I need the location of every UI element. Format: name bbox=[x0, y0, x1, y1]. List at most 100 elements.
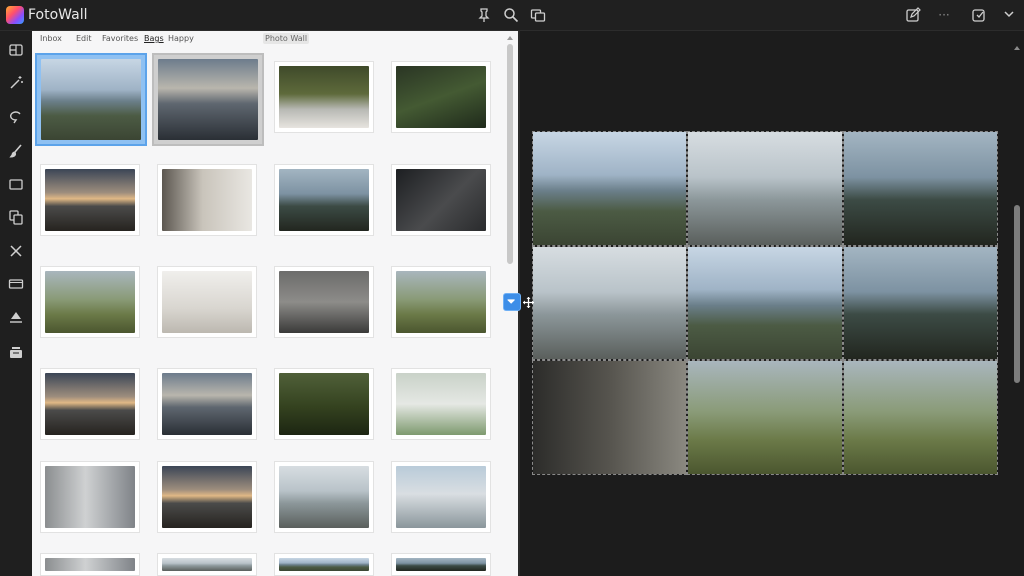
thumbnail-image bbox=[162, 169, 252, 231]
thumbnail-image bbox=[158, 59, 258, 140]
duplicate-icon[interactable] bbox=[6, 207, 25, 226]
thumbnail[interactable] bbox=[391, 368, 491, 440]
thumbnail-image bbox=[45, 558, 135, 571]
thumbnail-image bbox=[396, 466, 486, 528]
wall-tile-image bbox=[533, 361, 687, 474]
layout-icon[interactable] bbox=[6, 40, 25, 59]
thumbnail[interactable] bbox=[152, 53, 264, 146]
cut-icon[interactable] bbox=[6, 241, 25, 260]
thumbnail[interactable] bbox=[157, 553, 257, 576]
thumbnail-image bbox=[396, 373, 486, 435]
brush-icon[interactable] bbox=[6, 141, 25, 160]
thumbnail[interactable] bbox=[391, 61, 491, 133]
library-scroll-thumb[interactable] bbox=[507, 44, 513, 264]
edit-icon[interactable] bbox=[903, 5, 923, 25]
thumbnail[interactable] bbox=[40, 461, 140, 533]
wall-tile[interactable] bbox=[532, 131, 688, 246]
thumbnail-image bbox=[162, 466, 252, 528]
magic-wand-icon[interactable] bbox=[6, 73, 25, 92]
thumbnail[interactable] bbox=[391, 553, 491, 576]
canvas-scroll-thumb[interactable] bbox=[1014, 205, 1020, 383]
thumbnail-image bbox=[45, 169, 135, 231]
tab-favorites[interactable]: Favorites bbox=[102, 33, 138, 45]
wall-tile[interactable] bbox=[842, 360, 998, 475]
thumbnail[interactable] bbox=[157, 266, 257, 338]
move-cursor-icon bbox=[523, 297, 534, 308]
more-dots-icon[interactable]: ··· bbox=[934, 5, 954, 25]
thumbnail[interactable] bbox=[40, 553, 140, 576]
app-logo-icon bbox=[6, 6, 24, 24]
tab-bags[interactable]: Bags bbox=[144, 33, 164, 45]
thumbnail-image bbox=[279, 558, 369, 571]
thumbnail-image bbox=[396, 558, 486, 571]
frame-icon[interactable] bbox=[6, 174, 25, 193]
wall-tile-image bbox=[533, 132, 687, 245]
wall-tile-image bbox=[843, 361, 997, 474]
thumbnail[interactable] bbox=[274, 164, 374, 236]
wall-tile-image bbox=[843, 132, 997, 245]
stack-icon[interactable] bbox=[6, 342, 25, 361]
thumbnail[interactable] bbox=[157, 164, 257, 236]
photo-wall-grid bbox=[532, 131, 998, 475]
tool-rail bbox=[0, 31, 31, 576]
wall-tile[interactable] bbox=[687, 360, 843, 475]
wall-tile-image bbox=[533, 246, 687, 360]
thumbnail[interactable] bbox=[40, 368, 140, 440]
thumbnail[interactable] bbox=[274, 553, 374, 576]
export-icon[interactable] bbox=[969, 5, 989, 25]
thumbnail[interactable] bbox=[157, 368, 257, 440]
wall-tile[interactable] bbox=[532, 245, 688, 361]
app-title: FotoWall bbox=[28, 7, 88, 23]
thumbnail-image bbox=[162, 373, 252, 435]
thumbnail[interactable] bbox=[391, 266, 491, 338]
thumbnail-image bbox=[279, 66, 369, 128]
wall-tile-image bbox=[688, 246, 842, 360]
photo-library-panel: Inbox Edit Favorites Bags Happy Photo Wa… bbox=[32, 31, 519, 576]
thumbnail-image bbox=[279, 271, 369, 333]
app-window: FotoWall ··· Inbox Edit Favorites Bags H… bbox=[0, 0, 1024, 576]
wall-tile[interactable] bbox=[687, 245, 843, 361]
title-bar: FotoWall ··· bbox=[0, 0, 1024, 31]
thumbnail-image bbox=[162, 558, 252, 571]
filmstrip-icon[interactable] bbox=[6, 274, 25, 293]
thumbnail-image bbox=[279, 169, 369, 231]
thumbnail-image bbox=[45, 466, 135, 528]
wall-tile[interactable] bbox=[532, 360, 688, 475]
canvas-scroll-up-arrow-icon[interactable] bbox=[1013, 44, 1021, 52]
wall-tile-image bbox=[843, 246, 997, 360]
thumbnail-image bbox=[41, 59, 141, 140]
thumbnail[interactable] bbox=[40, 164, 140, 236]
thumbnail[interactable] bbox=[274, 461, 374, 533]
tab-inbox[interactable]: Inbox bbox=[40, 33, 62, 45]
thumbnail-image bbox=[396, 66, 486, 128]
thumbnail-image bbox=[162, 271, 252, 333]
thumbnail[interactable] bbox=[274, 266, 374, 338]
fill-icon[interactable] bbox=[6, 307, 25, 326]
collapse-icon[interactable] bbox=[999, 5, 1019, 25]
thumbnail[interactable] bbox=[274, 368, 374, 440]
breadcrumb[interactable]: Photo Wall bbox=[263, 33, 310, 44]
thumbnail[interactable] bbox=[274, 61, 374, 133]
wall-tile-image bbox=[688, 361, 842, 474]
copy-images-icon[interactable] bbox=[528, 5, 548, 25]
thumbnail[interactable] bbox=[391, 461, 491, 533]
thumbnail[interactable] bbox=[157, 461, 257, 533]
drag-handle-icon[interactable] bbox=[503, 293, 521, 311]
wall-tile-image bbox=[688, 132, 842, 245]
thumbnail[interactable] bbox=[40, 266, 140, 338]
wall-tile[interactable] bbox=[687, 131, 843, 246]
tab-edit[interactable]: Edit bbox=[76, 33, 92, 45]
thumbnail-image bbox=[45, 271, 135, 333]
thumbnail[interactable] bbox=[35, 53, 147, 146]
thumbnail-image bbox=[396, 169, 486, 231]
scroll-up-arrow-icon[interactable] bbox=[506, 34, 514, 42]
thumbnail-image bbox=[45, 373, 135, 435]
wall-tile[interactable] bbox=[842, 245, 998, 361]
search-icon[interactable] bbox=[501, 5, 521, 25]
thumbnail[interactable] bbox=[391, 164, 491, 236]
tab-happy[interactable]: Happy bbox=[168, 33, 194, 45]
lasso-icon[interactable] bbox=[6, 107, 25, 126]
pin-icon[interactable] bbox=[474, 5, 494, 25]
wall-tile[interactable] bbox=[842, 131, 998, 246]
thumbnail-image bbox=[396, 271, 486, 333]
